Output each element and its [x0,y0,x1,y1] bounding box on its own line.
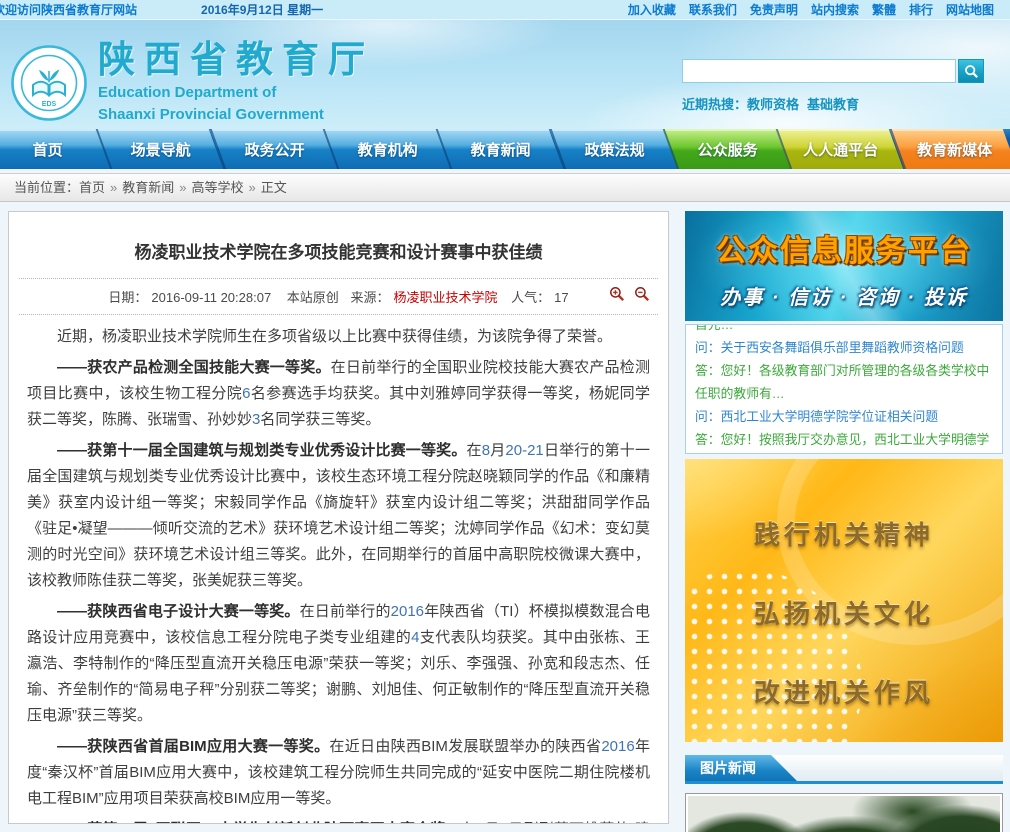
picture-news-title: 图片新闻 [685,755,797,781]
breadcrumb-label: 当前位置： [14,180,79,195]
qa-question[interactable]: 问：关于西安各舞蹈俱乐部里舞蹈教师资格问题 [695,336,993,359]
nav-tab-edu-institutions[interactable]: 教育机构 [323,129,451,169]
breadcrumb-items: 首页 » 教育新闻 » 高等学校 » 正文 [79,180,287,195]
breadcrumb-separator: » [110,180,117,195]
article-paragraph: ——获第二届“互联网+”大学生创新创业陕西赛区大赛金奖。在9月3日刚刚落下帷幕的… [27,817,650,824]
qa-question[interactable]: 问：西北工业大学明德学院学位证相关问题 [695,405,993,428]
article-paragraph: 近期，杨凌职业技术学院师生在多项省级以上比赛中获得佳绩，为该院争得了荣誉。 [27,324,650,350]
site-logo-icon: EDS [10,44,88,122]
qa-items: 问：关于西安各舞蹈俱乐部里舞蹈教师资格问题答：您好！各级教育部门对所管理的各级各… [695,336,993,451]
breadcrumb: 当前位置：首页 » 教育新闻 » 高等学校 » 正文 [0,173,1010,202]
picture-news-header: 图片新闻 [685,755,1003,784]
site-header: EDS 陕西省教育厅 Education Department of Shaan… [0,20,1010,129]
nav-tab-label: 政务公开 [219,129,330,169]
article-paragraph: ——获农产品检测全国技能大赛一等奖。在日前举行的全国职业院校技能大赛农产品检测项… [27,355,650,433]
main-content: 杨凌职业技术学院在多项技能竞赛和设计赛事中获佳绩 日期： 2016-09-11 2… [0,211,1010,832]
service-banner-title: 公众信息服务平台 [685,226,1003,270]
qa-box: 首先… 问：关于西安各舞蹈俱乐部里舞蹈教师资格问题答：您好！各级教育部门对所管理… [685,324,1003,454]
topbar-link-site-search[interactable]: 站内搜索 [811,1,859,18]
nav-tab-label: 教育新媒体 [899,129,1010,169]
breadcrumb-item: 正文 [261,180,287,195]
spirit-banner-line: 改进机关作风 [685,673,1003,710]
spirit-banner-line: 弘扬机关文化 [685,594,1003,631]
topbar-link-sitemap[interactable]: 网站地图 [946,1,994,18]
nav-tab-home[interactable]: 首页 [0,129,111,169]
hot-search-term[interactable]: 教师资格 [747,97,799,112]
topbar-links: 加入收藏联系我们免责声明站内搜索繁體排行网站地图 [628,1,994,18]
spirit-banner-line: 践行机关精神 [685,515,1003,552]
svg-text:EDS: EDS [42,101,57,108]
site-title: 陕西省教育厅 Education Department of Shaanxi P… [98,40,374,124]
nav-tab-label: 人人通平台 [785,129,896,169]
main-nav: 首页场景导航政务公开教育机构教育新闻政策法规公众服务人人通平台教育新媒体 [0,129,1010,169]
picture-news-section: 图片新闻 [685,755,1003,832]
article-paragraph: ——获陕西省电子设计大赛一等奖。在日前举行的2016年陕西省（TI）杯模拟模数混… [27,599,650,729]
meta-views-label: 人气： [511,290,550,305]
hot-search: 近期热搜：教师资格基础教育 [682,94,984,113]
font-zoom-controls [609,286,650,302]
zoom-out-icon[interactable] [634,286,650,302]
topbar-link-ranking[interactable]: 排行 [909,1,933,18]
meta-date-label: 日期： [108,290,147,305]
qa-answer[interactable]: 答：您好！按照我厅交办意见，西北工业大学明德学 [695,428,993,451]
nav-tab-scene-nav[interactable]: 场景导航 [96,129,224,169]
search-icon [964,64,979,79]
article-paragraph: ——获第十一届全国建筑与规划类专业优秀设计比赛一等奖。在8月20-21日举行的第… [27,438,650,594]
meta-origin: 本站原创 [287,290,339,305]
hot-search-terms: 教师资格基础教育 [747,97,867,112]
topbar-link-add-favorite[interactable]: 加入收藏 [628,1,676,18]
topbar-link-traditional[interactable]: 繁體 [872,1,896,18]
breadcrumb-separator: » [249,180,256,195]
page: 欢迎访问陕西省教育厅网站 2016年9月12日 星期一 加入收藏联系我们免责声明… [0,0,1010,832]
nav-tab-edu-news[interactable]: 教育新闻 [436,129,564,169]
qa-truncated-line[interactable]: 首先… [695,324,993,336]
article-body: 近期，杨凌职业技术学院师生在多项省级以上比赛中获得佳绩，为该院争得了荣誉。 ——获… [9,315,668,824]
article-paragraph: ——获陕西省首届BIM应用大赛一等奖。在近日由陕西BIM发展联盟举办的陕西省20… [27,734,650,812]
breadcrumb-item[interactable]: 教育新闻 [122,180,174,195]
nav-tab-policies[interactable]: 政策法规 [549,129,677,169]
spirit-banner[interactable]: 践行机关精神弘扬机关文化改进机关作风 [685,459,1003,742]
site-name-en-2: Shaanxi Provincial Government [98,105,374,124]
public-service-banner[interactable]: 公众信息服务平台 办事 · 信访 · 咨询 · 投诉 [685,211,1003,321]
qa-answer[interactable]: 答：您好！各级教育部门对所管理的各级各类学校中任职的教师有… [695,359,993,405]
date-text: 2016年9月12日 星期一 [201,1,323,18]
nav-tab-public-service[interactable]: 公众服务 [663,129,791,169]
topbar-link-disclaimer[interactable]: 免责声明 [750,1,798,18]
meta-views: 17 [554,290,568,305]
welcome-text: 欢迎访问陕西省教育厅网站 [0,1,137,18]
meta-source[interactable]: 杨凌职业技术学院 [393,290,497,305]
nav-tab-gov-affairs[interactable]: 政务公开 [209,129,337,169]
search-input[interactable] [682,59,956,83]
site-name: 陕西省教育厅 [98,40,374,80]
picture-news-photo[interactable] [685,793,1003,832]
hot-search-label: 近期热搜： [682,97,747,112]
article-panel: 杨凌职业技术学院在多项技能竞赛和设计赛事中获佳绩 日期： 2016-09-11 2… [8,211,669,824]
service-banner-subtitle: 办事 · 信访 · 咨询 · 投诉 [685,281,1003,310]
article-meta: 日期：2016-09-11 20:28:07 本站原创 来源：杨凌职业技术学院 … [9,279,668,314]
meta-source-label: 来源： [350,290,389,305]
breadcrumb-item[interactable]: 首页 [79,180,105,195]
breadcrumb-separator: » [179,180,186,195]
tree-photo [688,796,1000,832]
nav-tab-label: 教育机构 [332,129,443,169]
nav-tab-label: 首页 [0,129,103,169]
nav-tab-label: 场景导航 [105,129,216,169]
breadcrumb-item[interactable]: 高等学校 [192,180,244,195]
zoom-in-icon[interactable] [609,286,625,302]
nav-tab-label: 公众服务 [672,129,783,169]
search-button[interactable] [958,59,984,83]
nav-tab-edu-new-media[interactable]: 教育新媒体 [889,129,1010,169]
search-area: 近期热搜：教师资格基础教育 [682,59,984,113]
topbar-link-contact-us[interactable]: 联系我们 [689,1,737,18]
nav-tab-label: 政策法规 [559,129,670,169]
hot-search-term[interactable]: 基础教育 [807,97,859,112]
nav-tab-renrentong[interactable]: 人人通平台 [776,129,904,169]
sidebar: 公众信息服务平台 办事 · 信访 · 咨询 · 投诉 首先… 问：关于西安各舞蹈… [685,211,1003,832]
meta-date: 2016-09-11 20:28:07 [151,290,271,305]
topbar: 欢迎访问陕西省教育厅网站 2016年9月12日 星期一 加入收藏联系我们免责声明… [0,0,1010,20]
site-name-en-1: Education Department of [98,83,374,102]
nav-tab-label: 教育新闻 [445,129,556,169]
page-title: 杨凌职业技术学院在多项技能竞赛和设计赛事中获佳绩 [39,238,638,263]
